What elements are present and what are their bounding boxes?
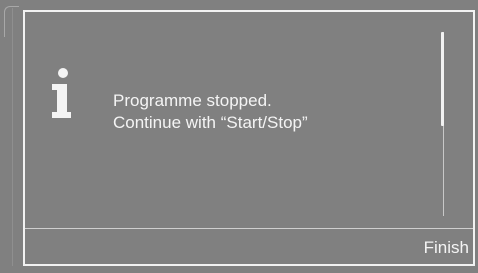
background-divider xyxy=(12,8,13,266)
footer-divider xyxy=(25,228,473,229)
message-dialog: Programme stopped. Continue with “Start/… xyxy=(23,10,475,266)
finish-button[interactable]: Finish xyxy=(422,234,471,262)
screen: Programme stopped. Continue with “Start/… xyxy=(0,0,478,273)
info-icon xyxy=(52,68,71,118)
scrollbar-thumb[interactable] xyxy=(441,32,444,126)
status-message: Programme stopped. Continue with “Start/… xyxy=(113,90,308,134)
message-line-1: Programme stopped. xyxy=(113,91,272,110)
message-line-2: Continue with “Start/Stop” xyxy=(113,113,308,132)
